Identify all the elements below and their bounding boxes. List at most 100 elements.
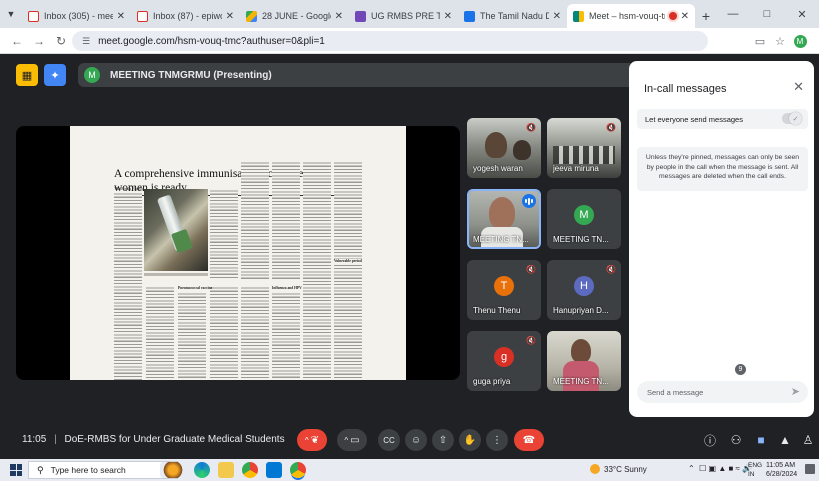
news-widget-icon[interactable] [160, 462, 186, 478]
close-tab-icon[interactable]: ✕ [117, 11, 125, 22]
meeting-details-icon[interactable]: ⓘ [699, 429, 721, 451]
meet-header: ▦ ✦ M MEETING TNMGRMU (Presenting) [16, 63, 638, 87]
participant-avatar: g [494, 347, 514, 367]
message-input[interactable]: Send a message ➤ [637, 381, 808, 403]
new-tab-button[interactable]: + [695, 4, 717, 28]
bookmark-star-icon[interactable]: ☆ [770, 28, 790, 54]
browser-tab-active[interactable]: Meet – hsm-vouq-tmc ✕ [567, 4, 695, 28]
browser-tab[interactable]: Inbox (87) - epiworkshop@ ✕ [131, 4, 240, 28]
chrome-icon[interactable] [242, 462, 258, 478]
raise-hand-button[interactable]: ✋ [459, 429, 481, 451]
meeting-time: 11:05 [22, 434, 47, 445]
emoji-button[interactable]: ☺ [405, 429, 427, 451]
presenting-banner[interactable]: M MEETING TNMGRMU (Presenting) [78, 63, 638, 87]
meeting-info: 11:05 | DoE-RMBS for Under Graduate Medi… [22, 434, 285, 445]
effects-icon[interactable]: ✦ [44, 64, 66, 86]
participant-tile[interactable]: 🔇 H Hanupriyan D... [547, 260, 621, 320]
participant-tile[interactable]: M MEETING TN... [547, 189, 621, 249]
document-byline: The Hindu Bureau [114, 186, 144, 191]
close-tab-icon[interactable]: ✕ [226, 11, 234, 22]
close-tab-icon[interactable]: ✕ [444, 11, 452, 22]
close-window-icon[interactable]: ✕ [785, 0, 819, 28]
presenting-title: MEETING TNMGRMU (Presenting) [110, 69, 272, 81]
taskbar-clock[interactable]: 11:05 AM 6/28/2024 [766, 461, 797, 479]
close-tab-icon[interactable]: ✕ [681, 11, 689, 22]
chrome-active-icon[interactable] [290, 462, 306, 478]
back-icon[interactable]: ← [6, 30, 28, 52]
system-tray-icons[interactable]: ⌃ ☐ ▣ ▲ ■ ≈ 🔊 [688, 464, 752, 473]
google-meet-icon [573, 10, 584, 22]
forward-icon[interactable]: → [28, 30, 50, 52]
close-tab-icon[interactable]: ✕ [553, 11, 561, 22]
people-icon[interactable]: ⚇ [725, 429, 747, 451]
mic-off-button[interactable]: ^ ❦ [297, 429, 327, 451]
address-bar[interactable]: ☰ meet.google.com/hsm-vouq-tmc?authuser=… [72, 31, 708, 51]
participant-tile[interactable]: 🔇 T Thenu Thenu [467, 260, 541, 320]
camera-icon: ▭ [350, 434, 360, 446]
text-column [241, 161, 269, 281]
host-controls-icon[interactable]: ♙ [797, 429, 819, 451]
send-messages-toggle[interactable]: ✓ [782, 112, 802, 125]
meeting-name: DoE-RMBS for Under Graduate Medical Stud… [64, 434, 285, 445]
maximize-icon[interactable]: □ [750, 0, 784, 28]
participant-tile[interactable]: 🔇 yogesh waran [467, 118, 541, 178]
participant-tile[interactable]: MEETING TN... [547, 331, 621, 391]
let-everyone-send-setting: Let everyone send messages ✓ [637, 109, 808, 129]
participant-video-shirt [563, 361, 599, 391]
document-subhead: Influenza and HPV [272, 286, 302, 290]
present-icon: ⇧ [438, 434, 448, 446]
activities-shapes-icon[interactable]: ▲ [774, 429, 796, 451]
chat-info-note: Unless they're pinned, messages can only… [637, 147, 808, 191]
store-icon[interactable] [266, 462, 282, 478]
photo-caption [144, 273, 208, 276]
vaccine-photo [144, 189, 208, 271]
close-tab-icon[interactable]: ✕ [335, 11, 343, 22]
camera-button[interactable]: ^ ▭ [337, 429, 367, 451]
participant-avatar: M [574, 205, 594, 225]
browser-tab[interactable]: UG RMBS PRE TEST 28/06 ✕ [349, 4, 458, 28]
file-explorer-icon[interactable] [218, 462, 234, 478]
participant-tile[interactable]: 🔇 g guga priya [467, 331, 541, 391]
close-panel-icon[interactable]: ✕ [793, 79, 804, 95]
tab-search-icon[interactable]: ▼ [0, 0, 22, 28]
search-icon: ⚲ [37, 464, 44, 475]
leave-call-button[interactable]: ☎ [514, 429, 544, 451]
activities-icon[interactable]: ▦ [16, 64, 38, 86]
weather-widget[interactable]: 33°C Sunny [590, 464, 647, 474]
browser-tab[interactable]: Inbox (305) - meeting@t ✕ [22, 4, 131, 28]
chat-icon[interactable]: ■ [750, 429, 772, 451]
taskbar-search[interactable]: ⚲ Type here to search [28, 461, 178, 479]
participant-tile[interactable]: 🔇 jeeva miruna [547, 118, 621, 178]
browser-tab[interactable]: The Tamil Nadu Dr. M.G.R. ✕ [458, 4, 567, 28]
tab-title: 28 JUNE - Google Drive [262, 11, 331, 21]
muted-mic-icon: 🔇 [526, 123, 536, 132]
text-column [241, 286, 269, 380]
text-column [210, 189, 238, 279]
site-settings-icon[interactable]: ☰ [82, 36, 90, 47]
text-column [272, 161, 300, 281]
profile-avatar[interactable]: M [790, 28, 810, 54]
more-vert-icon: ⋮ [492, 434, 502, 446]
minimize-icon[interactable]: — [716, 0, 750, 28]
participant-name: MEETING TN... [473, 235, 529, 244]
notifications-icon[interactable] [805, 464, 815, 474]
captions-button[interactable]: CC [378, 429, 400, 451]
participant-name: jeeva miruna [553, 164, 599, 173]
present-button[interactable]: ⇧ [432, 429, 454, 451]
participant-tile-speaking[interactable]: MEETING TN... [467, 189, 541, 249]
send-icon[interactable]: ➤ [791, 385, 800, 398]
browser-tab[interactable]: 28 JUNE - Google Drive ✕ [240, 4, 349, 28]
browser-tab-strip: ▼ Inbox (305) - meeting@t ✕ Inbox (87) -… [0, 0, 819, 28]
more-options-button[interactable]: ⋮ [486, 429, 508, 451]
windows-start-icon[interactable] [10, 464, 22, 476]
sun-icon [590, 464, 600, 474]
participant-avatar: T [494, 276, 514, 296]
reload-icon[interactable]: ↻ [50, 30, 72, 52]
cast-icon[interactable]: ▭ [750, 28, 770, 54]
input-language[interactable]: ENG IN [748, 461, 762, 479]
chat-panel: In-call messages ✕ Let everyone send mes… [629, 61, 814, 417]
edge-icon[interactable] [194, 462, 210, 478]
profile-initial: M [793, 34, 807, 48]
gmail-icon [137, 10, 148, 22]
meet-control-bar: 11:05 | DoE-RMBS for Under Graduate Medi… [0, 422, 819, 459]
